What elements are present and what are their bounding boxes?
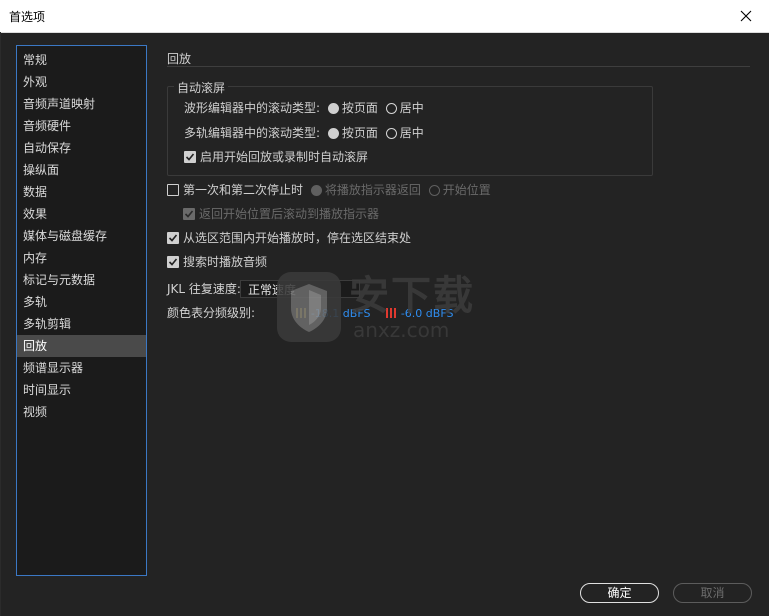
- radio-unselected-icon: [385, 128, 397, 139]
- waveform-scroll-row: 波形编辑器中的滚动类型: 按页面 居中: [184, 99, 424, 117]
- start-position-radio[interactable]: 开始位置: [428, 183, 491, 197]
- sidebar-item-media-cache[interactable]: 媒体与磁盘缓存: [17, 225, 146, 247]
- title-bar: 首选项: [0, 0, 769, 33]
- section-divider: [167, 66, 750, 67]
- multitrack-scroll-label: 多轨编辑器中的滚动类型:: [184, 126, 321, 140]
- scrub-audio-checkbox[interactable]: 搜索时播放音频: [167, 253, 267, 271]
- checkbox-checked-icon: [184, 151, 196, 163]
- close-button[interactable]: [723, 0, 769, 32]
- stop-first-second-checkbox[interactable]: 第一次和第二次停止时: [167, 183, 307, 197]
- auto-scroll-group: 自动滚屏 波形编辑器中的滚动类型: 按页面 居中 多轨编辑器中的滚动类型: 按页…: [167, 79, 653, 176]
- enable-auto-scroll-checkbox[interactable]: 启用开始回放或录制时自动滚屏: [184, 148, 368, 166]
- sidebar-item-audio-channel-mapping[interactable]: 音频声道映射: [17, 93, 146, 115]
- shield-icon: [277, 272, 341, 342]
- waveform-scroll-page-radio[interactable]: 按页面: [327, 101, 382, 115]
- watermark-subtext: anxz.com: [353, 318, 450, 342]
- sidebar-item-memory[interactable]: 内存: [17, 247, 146, 269]
- cancel-button[interactable]: 取消: [673, 583, 752, 603]
- window-title: 首选项: [9, 10, 46, 24]
- stop-at-selection-end-checkbox[interactable]: 从选区范围内开始播放时，停在选区结束处: [167, 229, 411, 247]
- sidebar-item-data[interactable]: 数据: [17, 181, 146, 203]
- waveform-scroll-center-radio[interactable]: 居中: [385, 101, 424, 115]
- multitrack-scroll-page-radio[interactable]: 按页面: [327, 126, 382, 140]
- sidebar-item-auto-save[interactable]: 自动保存: [17, 137, 146, 159]
- sidebar-item-appearance[interactable]: 外观: [17, 71, 146, 93]
- stop-first-second-row: 第一次和第二次停止时 将播放指示器返回 开始位置: [167, 181, 491, 199]
- checkbox-unchecked-icon: [167, 184, 179, 196]
- radio-unselected-icon: [385, 103, 397, 114]
- radio-selected-icon: [310, 185, 322, 196]
- checkbox-checked-icon: [183, 208, 195, 220]
- sidebar-item-general[interactable]: 常规: [17, 49, 146, 71]
- radio-selected-icon: [327, 103, 339, 114]
- multitrack-scroll-row: 多轨编辑器中的滚动类型: 按页面 居中: [184, 124, 424, 142]
- sidebar-item-control-surface[interactable]: 操纵面: [17, 159, 146, 181]
- category-list[interactable]: 常规 外观 音频声道映射 音频硬件 自动保存 操纵面 数据 效果 媒体与磁盘缓存…: [16, 45, 147, 576]
- sidebar-item-multitrack[interactable]: 多轨: [17, 291, 146, 313]
- watermark-text: 安下载: [349, 273, 475, 319]
- checkbox-checked-icon: [167, 232, 179, 244]
- waveform-scroll-label: 波形编辑器中的滚动类型:: [184, 101, 321, 115]
- sidebar-item-effects[interactable]: 效果: [17, 203, 146, 225]
- sidebar-item-markers-metadata[interactable]: 标记与元数据: [17, 269, 146, 291]
- close-icon: [740, 10, 752, 22]
- watermark: 安下载 anxz.com: [275, 268, 495, 346]
- scroll-to-playhead-checkbox[interactable]: 返回开始位置后滚动到播放指示器: [183, 205, 379, 223]
- sidebar-item-multitrack-clips[interactable]: 多轨剪辑: [17, 313, 146, 335]
- radio-unselected-icon: [428, 185, 440, 196]
- ok-button[interactable]: 确定: [580, 583, 659, 603]
- sidebar-item-spectral-display[interactable]: 频谱显示器: [17, 357, 146, 379]
- sidebar-item-video[interactable]: 视频: [17, 401, 146, 423]
- section-title: 回放: [167, 52, 192, 66]
- sidebar-item-audio-hardware[interactable]: 音频硬件: [17, 115, 146, 137]
- jkl-speed-label: JKL 往复速度:: [167, 282, 241, 296]
- sidebar-item-playback[interactable]: 回放: [17, 335, 146, 357]
- checkbox-checked-icon: [167, 256, 179, 268]
- return-playhead-radio[interactable]: 将播放指示器返回: [310, 183, 425, 197]
- meter-label: 颜色表分频级别:: [167, 306, 256, 320]
- multitrack-scroll-center-radio[interactable]: 居中: [385, 126, 424, 140]
- auto-scroll-group-title: 自动滚屏: [174, 79, 229, 96]
- sidebar-item-time-display[interactable]: 时间显示: [17, 379, 146, 401]
- radio-selected-icon: [327, 128, 339, 139]
